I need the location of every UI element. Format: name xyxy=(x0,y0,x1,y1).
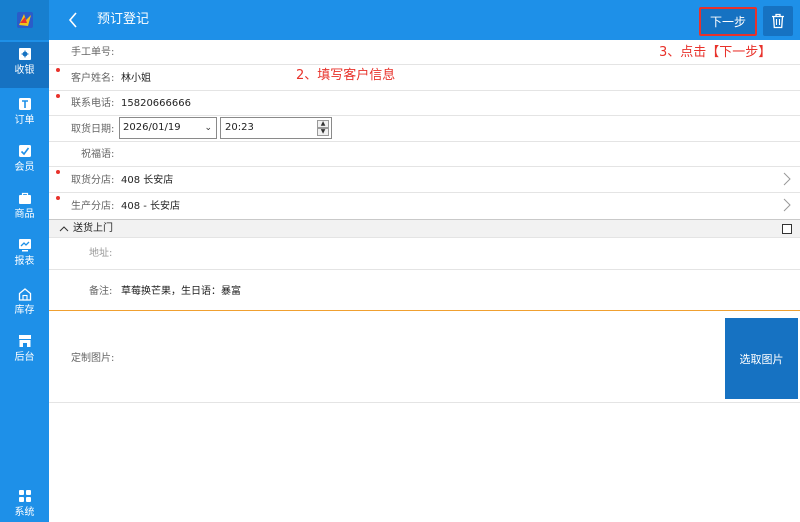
required-marker xyxy=(56,94,60,98)
sidebar-item-system[interactable]: 系统 xyxy=(0,484,49,522)
required-marker xyxy=(56,68,60,72)
trash-icon xyxy=(772,13,784,29)
sidebar-item-order[interactable]: 订单 xyxy=(0,92,49,138)
sidebar-item-label: 后台 xyxy=(14,352,35,363)
address-label: 地址: xyxy=(89,248,113,259)
custom-image-row: 定制图片: xyxy=(49,311,800,403)
phone-label: 联系电话: xyxy=(71,98,115,109)
phone-field[interactable]: 15820666666 xyxy=(121,98,191,110)
app-logo-icon xyxy=(16,12,33,28)
sidebar-item-label: 收银 xyxy=(14,65,35,76)
sidebar-item-label: 库存 xyxy=(14,305,35,316)
manual-no-label: 手工单号: xyxy=(71,47,115,58)
back-button[interactable] xyxy=(61,8,85,32)
chevron-left-icon xyxy=(68,12,77,28)
chevron-right-icon xyxy=(783,198,791,212)
member-icon xyxy=(17,143,33,159)
pick-image-button[interactable]: 选取图片 xyxy=(725,318,798,399)
pickup-store-label: 取货分店: xyxy=(71,175,115,186)
product-icon xyxy=(17,190,33,206)
remark-label: 备注: xyxy=(89,286,113,297)
customer-name-field[interactable]: 林小姐 xyxy=(121,73,151,85)
chevron-down-icon: ⌄ xyxy=(204,123,212,133)
delete-button[interactable] xyxy=(763,6,793,36)
phone-row: 联系电话: 15820666666 xyxy=(49,91,800,116)
address-input[interactable] xyxy=(119,242,719,266)
production-store-row[interactable]: 生产分店: 408 - 长安店 xyxy=(49,193,800,219)
address-row: 地址: xyxy=(49,238,800,270)
custom-image-label: 定制图片: xyxy=(71,353,115,364)
sidebar-item-product[interactable]: 商品 xyxy=(0,186,49,232)
sidebar-item-label: 订单 xyxy=(14,115,35,126)
delivery-section-header[interactable]: 送货上门 xyxy=(49,219,800,238)
time-spinner[interactable]: ▲ ▼ xyxy=(317,120,329,136)
pickup-store-row[interactable]: 取货分店: 408 长安店 xyxy=(49,167,800,193)
header-bar: 预订登记 下一步 xyxy=(49,0,800,40)
manual-no-input[interactable] xyxy=(119,42,679,62)
pickup-time-value: 20:23 xyxy=(225,122,254,133)
remark-row: 备注: 草莓换芒果，生日语：暴富 xyxy=(49,270,800,311)
pickup-store-value: 408 长安店 xyxy=(121,175,174,186)
production-store-label: 生产分店: xyxy=(71,201,115,212)
customer-name-row: 客户姓名: 林小姐 2、填写客户信息 xyxy=(49,65,800,91)
report-icon xyxy=(17,237,33,253)
chevron-right-icon xyxy=(783,172,791,186)
sidebar-item-label: 系统 xyxy=(14,507,35,518)
greeting-row: 祝福语: xyxy=(49,142,800,167)
delivery-checkbox[interactable] xyxy=(782,224,792,234)
sidebar: 收银 订单 会员 商品 报表 库存 后台 系统 xyxy=(0,0,49,522)
required-marker xyxy=(56,196,60,200)
cashier-icon xyxy=(17,46,33,62)
sidebar-item-label: 会员 xyxy=(14,162,35,173)
greeting-input[interactable] xyxy=(119,144,679,164)
annotation-step3: 3、点击【下一步】 xyxy=(659,45,772,60)
inventory-icon xyxy=(17,286,33,302)
pickup-date-label: 取货日期: xyxy=(71,124,115,135)
pickup-time-input[interactable]: 20:23 ▲ ▼ xyxy=(220,117,332,139)
order-icon xyxy=(17,96,33,112)
sidebar-item-backend[interactable]: 后台 xyxy=(0,329,49,375)
pickup-date-value: 2026/01/19 xyxy=(123,122,181,133)
required-marker xyxy=(56,170,60,174)
app-logo xyxy=(0,0,49,40)
page-title: 预订登记 xyxy=(97,12,150,27)
spin-up-icon[interactable]: ▲ xyxy=(317,120,329,128)
annotation-step2: 2、填写客户信息 xyxy=(296,68,396,83)
sidebar-item-member[interactable]: 会员 xyxy=(0,139,49,185)
sidebar-item-inventory[interactable]: 库存 xyxy=(0,282,49,328)
next-step-button[interactable]: 下一步 xyxy=(699,7,757,36)
spin-down-icon[interactable]: ▼ xyxy=(317,128,329,136)
delivery-label: 送货上门 xyxy=(73,223,113,234)
sidebar-item-cashier[interactable]: 收银 xyxy=(0,42,49,88)
system-icon xyxy=(17,488,33,504)
sidebar-item-report[interactable]: 报表 xyxy=(0,233,49,279)
chevron-up-icon xyxy=(59,226,69,232)
customer-name-label: 客户姓名: xyxy=(71,73,115,84)
pickup-date-select[interactable]: 2026/01/19 ⌄ xyxy=(119,117,217,139)
sidebar-item-label: 商品 xyxy=(14,209,35,220)
remark-field[interactable]: 草莓换芒果，生日语：暴富 xyxy=(121,286,241,298)
greeting-label: 祝福语: xyxy=(81,149,115,160)
production-store-value: 408 - 长安店 xyxy=(121,201,181,212)
backend-icon xyxy=(17,333,33,349)
sidebar-item-label: 报表 xyxy=(14,256,35,267)
